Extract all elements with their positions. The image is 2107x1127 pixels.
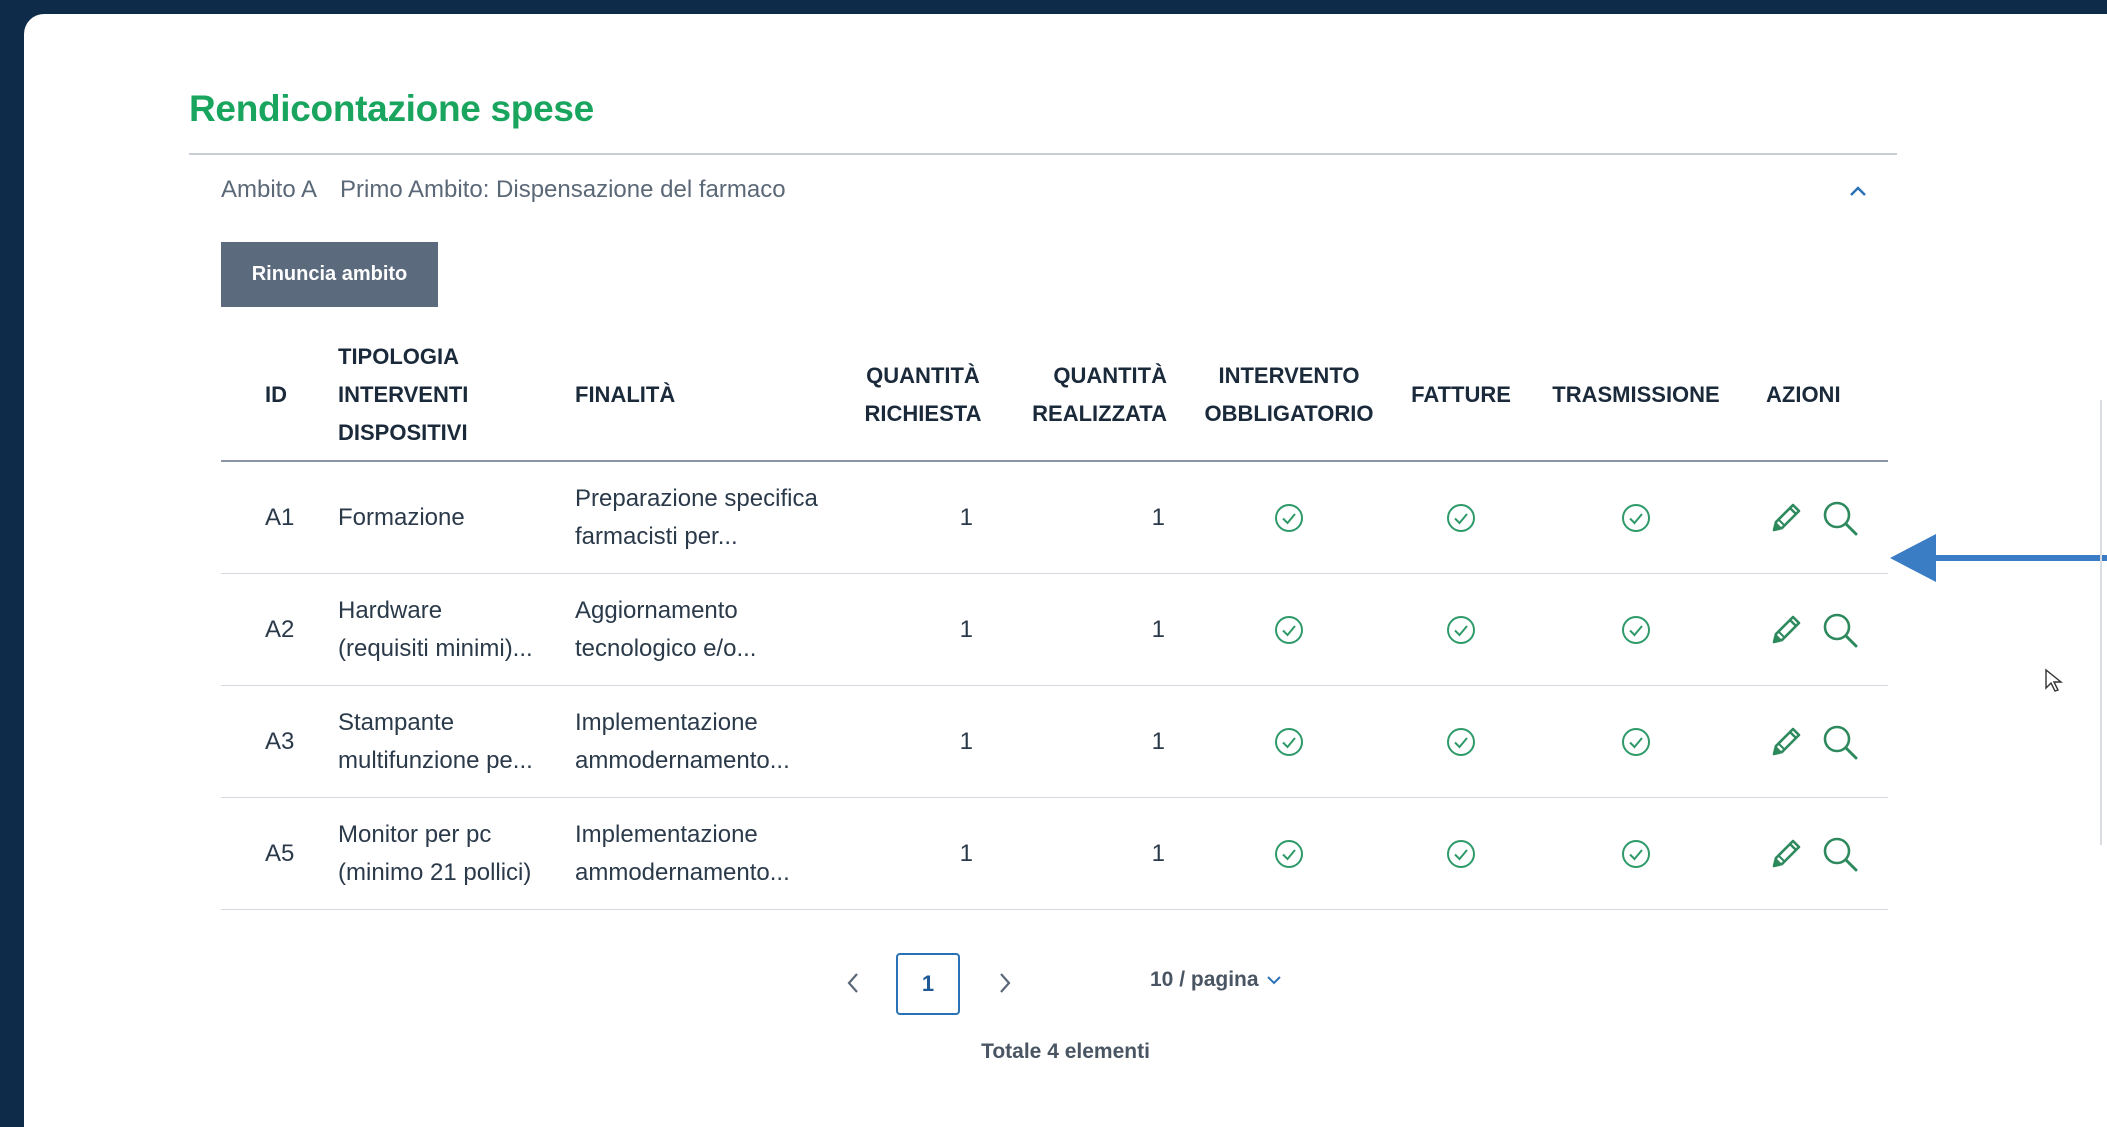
search-icon[interactable] [1820, 610, 1860, 650]
col-header-finalita: FINALITÀ [575, 382, 676, 407]
ambito-name: Primo Ambito: Dispensazione del farmaco [340, 176, 786, 203]
check-circle-icon [1622, 839, 1650, 868]
pencil-icon[interactable] [1766, 498, 1806, 538]
ambito-accordion-header[interactable]: Ambito A Primo Ambito: Dispensazione del… [189, 170, 1897, 214]
chevron-down-icon [1266, 976, 1281, 985]
cell-qta-realizzata: 1 [1151, 503, 1165, 531]
cell-tipologia: Stampante multifunzione pe... [338, 708, 533, 774]
cell-obbligatorio [1203, 574, 1375, 685]
cell-tipologia: Monitor per pc (minimo 21 pollici) [338, 820, 532, 886]
cell-azioni [1766, 462, 1860, 573]
check-circle-icon [1275, 839, 1303, 868]
cell-qta-realizzata: 1 [1151, 839, 1165, 867]
col-header-azioni: AZIONI [1766, 382, 1841, 407]
title-divider [189, 153, 1897, 155]
chevron-right-icon[interactable] [990, 968, 1020, 998]
cell-trasmissione [1546, 686, 1726, 797]
cell-tipologia: Hardware (requisiti minimi)... [338, 596, 533, 662]
cell-id: A1 [265, 503, 295, 531]
total-count: Totale 4 elementi [981, 1040, 1150, 1063]
col-header-obbligatorio: INTERVENTO OBBLIGATORIO [1204, 363, 1374, 426]
cell-finalita: Implementazione ammodernamento... [575, 708, 790, 774]
cell-azioni [1766, 798, 1860, 909]
cell-fatture [1409, 686, 1513, 797]
pencil-icon[interactable] [1766, 722, 1806, 762]
check-circle-icon [1447, 839, 1475, 868]
mouse-cursor-icon [2045, 668, 2063, 692]
cell-trasmissione [1546, 798, 1726, 909]
check-circle-icon [1275, 727, 1303, 756]
col-header-tipologia: TIPOLOGIA INTERVENTI DISPOSITIVI [338, 344, 469, 445]
cell-qta-richiesta: 1 [959, 615, 973, 643]
rinuncia-ambito-button[interactable]: Rinuncia ambito [221, 242, 438, 307]
cell-qta-realizzata: 1 [1151, 615, 1165, 643]
cell-finalita: Implementazione ammodernamento... [575, 820, 790, 886]
cell-finalita: Preparazione specifica farmacisti per... [575, 484, 818, 550]
table-row: A3 Stampante multifunzione pe... Implement… [221, 686, 1888, 798]
cell-id: A3 [265, 727, 295, 755]
search-icon[interactable] [1820, 834, 1860, 874]
pagination: 1 10 / pagina [0, 950, 2107, 1020]
check-circle-icon [1447, 727, 1475, 756]
cell-qta-richiesta: 1 [959, 503, 973, 531]
interventi-table: ID TIPOLOGIA INTERVENTI DISPOSITIVI FINA… [221, 330, 1888, 910]
cell-tipologia: Formazione [338, 503, 465, 531]
col-header-qta-realizzata: QUANTITÀ REALIZZATA [1032, 363, 1167, 426]
page-title: Rendicontazione spese [189, 88, 594, 129]
check-circle-icon [1622, 503, 1650, 532]
pencil-icon[interactable] [1766, 610, 1806, 650]
page-size-select[interactable]: 10 / pagina [1150, 968, 1283, 992]
cell-obbligatorio [1203, 462, 1375, 573]
cell-fatture [1409, 462, 1513, 573]
check-circle-icon [1275, 615, 1303, 644]
table-header: ID TIPOLOGIA INTERVENTI DISPOSITIVI FINA… [221, 330, 1888, 462]
scrollbar-track[interactable] [2100, 400, 2102, 845]
cell-obbligatorio [1203, 686, 1375, 797]
left-arrow-annotation-icon [1890, 534, 2107, 582]
pencil-icon[interactable] [1766, 834, 1806, 874]
check-circle-icon [1622, 727, 1650, 756]
cell-azioni [1766, 686, 1860, 797]
cell-obbligatorio [1203, 798, 1375, 909]
col-header-fatture: FATTURE [1411, 382, 1511, 407]
check-circle-icon [1275, 503, 1303, 532]
check-circle-icon [1622, 615, 1650, 644]
search-icon[interactable] [1820, 722, 1860, 762]
page-button-current[interactable]: 1 [896, 953, 960, 1015]
cell-finalita: Aggiornamento tecnologico e/o... [575, 596, 757, 662]
cell-azioni [1766, 574, 1860, 685]
page-size-label: 10 / pagina [1150, 968, 1259, 991]
ambito-code: Ambito A [221, 176, 318, 203]
cell-trasmissione [1546, 462, 1726, 573]
chevron-left-icon[interactable] [838, 968, 868, 998]
check-circle-icon [1447, 503, 1475, 532]
cell-qta-realizzata: 1 [1151, 727, 1165, 755]
cell-fatture [1409, 574, 1513, 685]
cell-id: A5 [265, 839, 295, 867]
cell-id: A2 [265, 615, 295, 643]
table-row: A2 Hardware (requisiti minimi)... Aggiorna… [221, 574, 1888, 686]
cell-qta-richiesta: 1 [959, 839, 973, 867]
check-circle-icon [1447, 615, 1475, 644]
table-body: A1 Formazione Preparazione specifica farma… [221, 462, 1888, 910]
table-row: A1 Formazione Preparazione specifica farma… [221, 462, 1888, 574]
col-header-id: ID [265, 382, 287, 407]
cell-trasmissione [1546, 574, 1726, 685]
cell-qta-richiesta: 1 [959, 727, 973, 755]
col-header-qta-richiesta: QUANTITÀ RICHIESTA [864, 363, 982, 426]
col-header-trasmissione: TRASMISSIONE [1552, 382, 1720, 407]
search-icon[interactable] [1820, 498, 1860, 538]
table-row: A5 Monitor per pc (minimo 21 pollici) Impl… [221, 798, 1888, 910]
chevron-up-icon[interactable] [1843, 176, 1873, 206]
cell-fatture [1409, 798, 1513, 909]
